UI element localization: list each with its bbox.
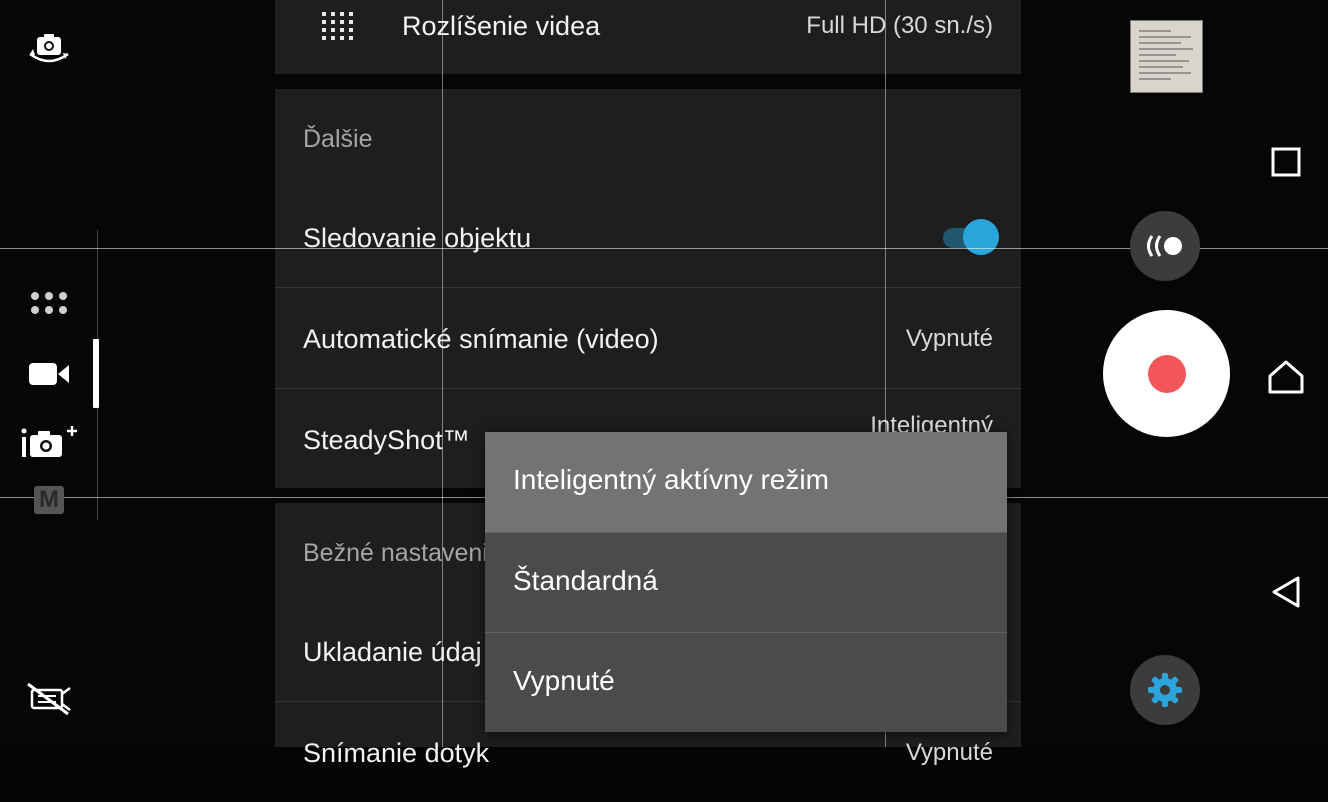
- manual-mode-icon[interactable]: M: [0, 484, 98, 516]
- object-tracking-toggle[interactable]: [939, 219, 999, 255]
- mode-selection-indicator: [93, 339, 99, 408]
- setting-value: Vypnuté: [905, 739, 993, 766]
- grid-line-horizontal-top: [0, 248, 1328, 249]
- flash-off-icon[interactable]: [0, 678, 98, 718]
- setting-label: Automatické snímanie (video): [303, 324, 659, 354]
- grid-icon: [321, 11, 355, 46]
- superior-auto-icon[interactable]: [0, 425, 98, 461]
- setting-row-object-tracking[interactable]: Sledovanie objektu: [275, 187, 1021, 287]
- popup-option-off[interactable]: Vypnuté: [485, 633, 1007, 732]
- settings-gear-icon[interactable]: [1130, 655, 1200, 725]
- setting-label: Sledovanie objektu: [303, 223, 532, 253]
- popup-option-intelligent-active[interactable]: Inteligentný aktívny režim: [485, 432, 1007, 532]
- home-icon[interactable]: [1264, 356, 1308, 398]
- section-title-more: Ďalšie: [303, 125, 373, 153]
- setting-value: Full HD (30 sn./s): [806, 12, 993, 39]
- popup-option-label: Inteligentný aktívny režim: [513, 464, 829, 495]
- setting-row-video-resolution[interactable]: Rozlíšenie videa Full HD (30 sn./s): [275, 0, 1021, 74]
- toggle-knob: [963, 219, 999, 255]
- gallery-thumbnail[interactable]: [1130, 20, 1203, 93]
- switch-camera-icon[interactable]: [0, 30, 98, 70]
- section-more-card: Ďalšie Sledovanie objektu Automatické sn…: [275, 89, 1021, 488]
- grid-line-vertical-left: [442, 0, 443, 747]
- steadyshot-options-popup: Inteligentný aktívny režim Štandardná Vy…: [485, 432, 1007, 732]
- popup-option-label: Štandardná: [513, 565, 658, 596]
- record-dot: [1147, 354, 1186, 393]
- video-resolution-card: Rozlíšenie videa Full HD (30 sn./s): [275, 0, 1021, 74]
- burst-mode-icon[interactable]: [1130, 211, 1200, 281]
- popup-option-standard[interactable]: Štandardná: [485, 533, 1007, 633]
- more-modes-icon[interactable]: [0, 288, 98, 318]
- recent-apps-icon[interactable]: [1266, 142, 1306, 182]
- popup-option-label: Vypnuté: [513, 665, 615, 696]
- setting-label: Snímanie dotyk: [303, 738, 490, 768]
- setting-value: Vypnuté: [905, 325, 993, 352]
- left-rail: M: [0, 0, 100, 747]
- setting-label: SteadyShot™: [303, 425, 470, 455]
- setting-label: Ukladanie údaj: [303, 637, 482, 667]
- back-icon[interactable]: [1266, 572, 1306, 612]
- setting-row-auto-capture-video[interactable]: Automatické snímanie (video) Vypnuté: [275, 288, 1021, 388]
- record-button[interactable]: [1103, 310, 1230, 437]
- manual-mode-label: M: [34, 486, 64, 514]
- video-mode-icon[interactable]: [0, 356, 98, 392]
- section-title-common: Bežné nastavenie: [303, 539, 502, 567]
- setting-label: Rozlíšenie videa: [402, 11, 601, 41]
